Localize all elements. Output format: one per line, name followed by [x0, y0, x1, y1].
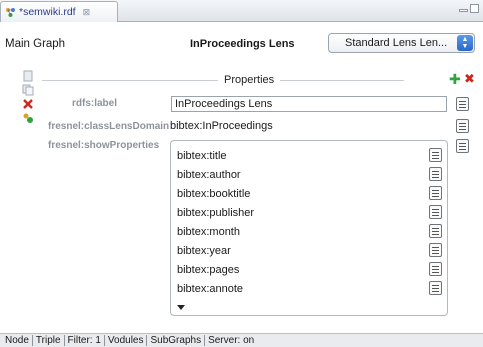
editor-tab-bar: *semwiki.rdf ⊠	[0, 0, 483, 22]
menu-icon[interactable]	[429, 186, 442, 200]
expand-list-icon[interactable]	[177, 305, 185, 310]
list-item[interactable]: bibtex:publisher	[177, 207, 254, 219]
list-item[interactable]: bibtex:title	[177, 150, 227, 162]
status-bar: Node Triple Filter: 1 Vodules SubGraphs …	[0, 333, 483, 347]
list-item[interactable]: bibtex:annote	[177, 283, 243, 295]
window-controls	[459, 4, 479, 13]
maximize-icon[interactable]	[470, 4, 479, 13]
list-item[interactable]: bibtex:year	[177, 245, 231, 257]
copy-icon[interactable]	[22, 84, 34, 96]
property-label-rdfs-label: rdfs:label	[72, 98, 118, 109]
menu-icon[interactable]	[429, 148, 442, 162]
menu-icon[interactable]	[429, 224, 442, 238]
lens-name: InProceedings Lens	[190, 38, 295, 50]
add-property-icon[interactable]: ✚	[449, 72, 461, 86]
left-toolbar	[22, 70, 38, 126]
menu-icon[interactable]	[456, 97, 469, 111]
property-label-class-lens-domain: fresnel:classLensDomain	[48, 121, 170, 132]
close-icon[interactable]: ⊠	[83, 7, 91, 18]
lens-type-selected: Standard Lens Len...	[345, 37, 448, 49]
list-item[interactable]: bibtex:author	[177, 169, 241, 181]
list-item[interactable]: bibtex:booktitle	[177, 188, 250, 200]
class-lens-domain-value[interactable]: bibtex:InProceedings	[170, 120, 273, 132]
menu-icon[interactable]	[456, 139, 469, 153]
menu-icon[interactable]	[429, 167, 442, 181]
menu-icon[interactable]	[429, 205, 442, 219]
list-item[interactable]: bibtex:month	[177, 226, 240, 238]
document-icon[interactable]	[22, 70, 34, 82]
menu-icon[interactable]	[456, 119, 469, 133]
minimize-icon[interactable]	[459, 9, 468, 12]
rdf-file-icon	[6, 7, 15, 17]
status-subgraphs[interactable]: SubGraphs	[147, 335, 206, 346]
status-triple[interactable]: Triple	[33, 335, 65, 346]
menu-icon[interactable]	[429, 281, 442, 295]
property-label-show-properties: fresnel:showProperties	[48, 140, 160, 151]
delete-icon[interactable]	[22, 98, 34, 110]
remove-property-icon[interactable]: ✖	[464, 72, 476, 86]
tab-label: *semwiki.rdf	[19, 6, 76, 18]
graph-label: Main Graph	[5, 38, 66, 50]
status-server[interactable]: Server: on	[205, 335, 257, 346]
status-node[interactable]: Node	[2, 335, 33, 346]
lens-type-select[interactable]: Standard Lens Len... ▲ ▼	[328, 33, 475, 53]
list-item[interactable]: bibtex:pages	[177, 264, 239, 276]
properties-title: Properties	[218, 74, 281, 86]
select-arrows-icon[interactable]: ▲ ▼	[457, 35, 473, 51]
add-node-icon[interactable]	[22, 112, 34, 124]
status-vodules[interactable]: Vodules	[105, 335, 148, 346]
status-filter[interactable]: Filter: 1	[65, 335, 105, 346]
show-properties-list: bibtex:title bibtex:author bibtex:bookti…	[170, 140, 448, 316]
menu-icon[interactable]	[429, 262, 442, 276]
rdfs-label-input[interactable]: InProceedings Lens	[171, 96, 447, 112]
menu-icon[interactable]	[429, 243, 442, 257]
tab-semwiki-rdf[interactable]: *semwiki.rdf ⊠	[0, 1, 118, 22]
lens-header: Main Graph InProceedings Lens Standard L…	[0, 33, 483, 55]
